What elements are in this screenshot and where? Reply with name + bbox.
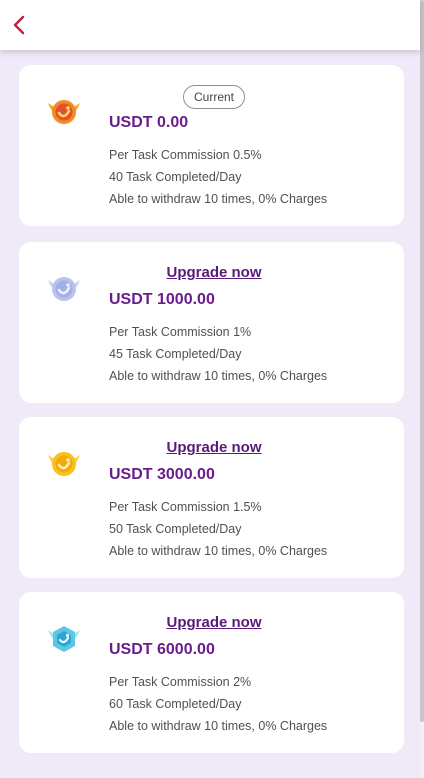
commission-text: Per Task Commission 1% [109, 325, 252, 339]
plan-details: Per Task Commission 1.5% 50 Task Complet… [109, 496, 327, 562]
plan-card-1: Current USDT 0.00 Per Task Commission 0.… [19, 65, 404, 226]
current-badge: Current [182, 85, 245, 109]
gold-medal-icon [48, 452, 80, 476]
commission-text: Per Task Commission 0.5% [109, 148, 262, 162]
plan-price: USDT 3000.00 [109, 466, 215, 483]
plan-details: Per Task Commission 0.5% 40 Task Complet… [109, 144, 327, 210]
withdraw-text: Able to withdraw 10 times, 0% Charges [109, 369, 328, 383]
plan-price: USDT 6000.00 [109, 641, 215, 658]
tasks-text: 45 Task Completed/Day [109, 347, 242, 361]
orange-medal-icon [48, 100, 80, 124]
tasks-text: 40 Task Completed/Day [109, 170, 242, 184]
plan-card-3: Upgrade now USDT 3000.00 Per Task Commis… [19, 417, 404, 578]
badge-row: Current [109, 85, 319, 109]
top-bar [0, 0, 420, 50]
plan-details: Per Task Commission 2% 60 Task Completed… [109, 671, 327, 737]
action-row: Upgrade now [109, 262, 319, 286]
plan-card-4: Upgrade now USDT 6000.00 Per Task Commis… [19, 592, 404, 753]
diamond-medal-icon [48, 626, 80, 652]
plan-details: Per Task Commission 1% 45 Task Completed… [109, 321, 327, 387]
plan-price: USDT 1000.00 [109, 291, 215, 308]
commission-text: Per Task Commission 1.5% [109, 500, 262, 514]
upgrade-now-link[interactable]: Upgrade now [166, 262, 261, 284]
action-row: Upgrade now [109, 612, 319, 636]
action-row: Upgrade now [109, 437, 319, 461]
plan-card-2: Upgrade now USDT 1000.00 Per Task Commis… [19, 242, 404, 403]
withdraw-text: Able to withdraw 10 times, 0% Charges [109, 719, 328, 733]
tasks-text: 50 Task Completed/Day [109, 522, 242, 536]
chevron-left-icon[interactable] [8, 12, 32, 38]
upgrade-now-link[interactable]: Upgrade now [166, 437, 261, 459]
silver-medal-icon [48, 277, 80, 301]
tasks-text: 60 Task Completed/Day [109, 697, 242, 711]
plan-price: USDT 0.00 [109, 114, 189, 131]
upgrade-now-link[interactable]: Upgrade now [166, 612, 261, 634]
commission-text: Per Task Commission 2% [109, 675, 252, 689]
withdraw-text: Able to withdraw 10 times, 0% Charges [109, 544, 328, 558]
withdraw-text: Able to withdraw 10 times, 0% Charges [109, 192, 328, 206]
scrollbar-thumb[interactable] [420, 0, 424, 722]
